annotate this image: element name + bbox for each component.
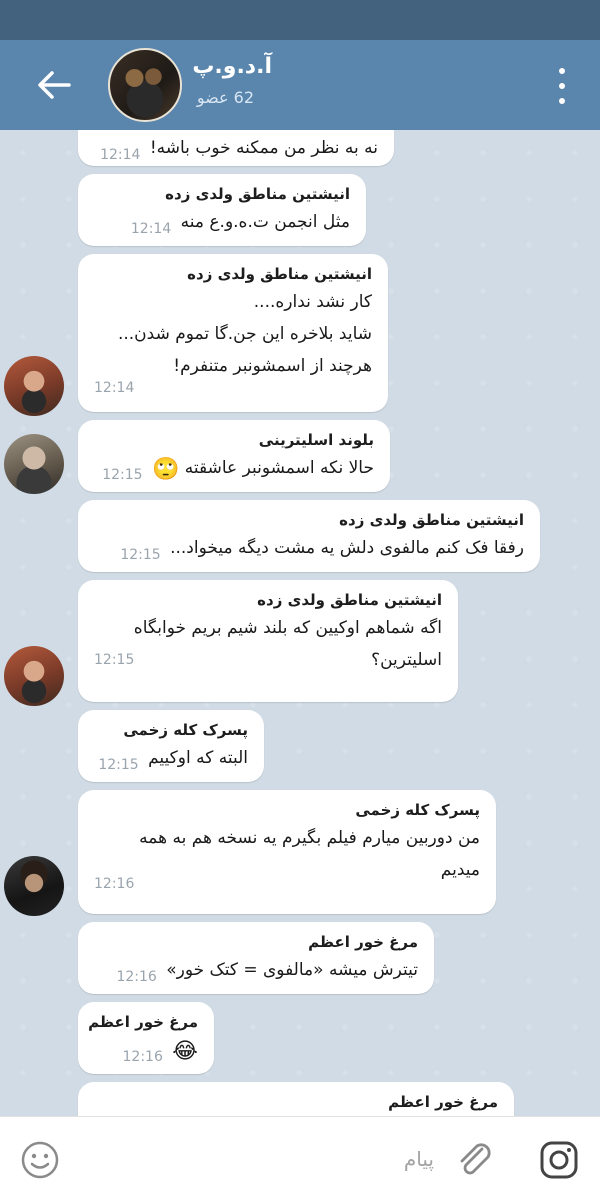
message-time: 12:16 xyxy=(116,969,157,985)
back-button[interactable] xyxy=(30,64,78,106)
message-time: 12:16 xyxy=(122,1049,163,1065)
chat-header: آ.د.و.پ 62 عضو xyxy=(0,40,600,130)
sender-name: انیشتین مناطق ولدی زده xyxy=(187,265,372,283)
message-bubble[interactable]: مرغ خور اعظم تیترش میشه «مالفوی = کتک خو… xyxy=(78,922,434,994)
arrow-left-icon xyxy=(38,71,71,99)
message-text: اگه شماهم اوکیین که بلند شیم بریم خوابگا… xyxy=(133,618,442,638)
message-text: نه به نظر من ممکنه خوب باشه! xyxy=(149,138,378,158)
message-time: 12:15 xyxy=(94,652,135,668)
sender-name: مرغ خور اعظم xyxy=(308,933,418,951)
message-bubble[interactable]: انیشتین مناطق ولدی زده رفقا فک کنم مالفو… xyxy=(78,500,540,572)
avatar[interactable] xyxy=(4,646,64,706)
message-composer: پیام xyxy=(0,1116,600,1201)
message-bubble[interactable]: نه به نظر من ممکنه خوب باشه! 12:14 xyxy=(78,130,394,166)
message-time: 12:14 xyxy=(100,147,141,163)
message-bubble[interactable]: انیشتین مناطق ولدی زده مثل انجمن ت.ه.و.ع… xyxy=(78,174,366,246)
eye-roll-emoji: 🙄 xyxy=(151,457,180,482)
more-vertical-icon xyxy=(559,68,565,104)
message-bubble[interactable]: انیشتین مناطق ولدی زده کار نشد نداره....… xyxy=(78,254,388,412)
message-input[interactable]: پیام xyxy=(404,1147,434,1171)
message-bubble[interactable]: انیشتین مناطق ولدی زده اگه شماهم اوکیین … xyxy=(78,580,458,702)
sender-name: انیشتین مناطق ولدی زده xyxy=(165,185,350,203)
message-bubble[interactable]: بلوند اسلیترینی حالا نکه اسمشونبر عاشقته… xyxy=(78,420,390,492)
message-time: 12:16 xyxy=(94,876,135,892)
sender-name: پسرک کله زخمی xyxy=(123,721,248,739)
message-text: حالا نکه اسمشونبر عاشقته xyxy=(184,458,374,478)
message-text: مثل انجمن ت.ه.و.ع منه xyxy=(180,212,350,232)
laughing-emoji: 😂 xyxy=(172,1039,198,1064)
status-bar xyxy=(0,0,600,40)
message-bubble[interactable]: مرغ خور اعظم 😂 12:16 xyxy=(78,1002,214,1074)
message-text: شاید بلاخره این جن.گا تموم شدن... xyxy=(117,324,372,344)
member-count: 62 عضو xyxy=(196,88,254,107)
more-menu-button[interactable] xyxy=(552,68,572,104)
message-time: 12:15 xyxy=(120,547,161,563)
sender-name: پسرک کله زخمی xyxy=(355,801,480,819)
camera-button[interactable] xyxy=(536,1137,582,1183)
message-text: رفقا فک کنم مالفوی دلش یه مشت دیگه میخوا… xyxy=(170,538,524,558)
sender-name: مرغ خور اعظم xyxy=(388,1093,498,1111)
group-title[interactable]: آ.د.و.پ xyxy=(192,54,272,79)
message-list[interactable]: نه به نظر من ممکنه خوب باشه! 12:14 انیشت… xyxy=(0,130,600,1116)
message-text: کار نشد نداره.... xyxy=(253,292,372,312)
message-bubble[interactable]: مرغ خور اعظم xyxy=(78,1082,514,1116)
message-bubble[interactable]: پسرک کله زخمی من دوربین میارم فیلم بگیرم… xyxy=(78,790,496,914)
message-text: البته که اوکییم xyxy=(148,748,248,768)
message-text: میدیم xyxy=(440,860,480,880)
paperclip-icon xyxy=(460,1143,491,1175)
sender-name: انیشتین مناطق ولدی زده xyxy=(339,511,524,529)
message-time: 12:15 xyxy=(102,467,143,483)
sender-name: مرغ خور اعظم xyxy=(88,1013,198,1031)
group-avatar[interactable] xyxy=(108,48,182,122)
sender-name: انیشتین مناطق ولدی زده xyxy=(257,591,442,609)
avatar[interactable] xyxy=(4,856,64,916)
avatar[interactable] xyxy=(4,434,64,494)
message-text: اسلیترین؟ xyxy=(371,650,442,670)
message-time: 12:14 xyxy=(130,221,172,237)
instagram-camera-icon xyxy=(540,1141,578,1179)
message-time: 12:15 xyxy=(98,757,139,773)
sender-name: بلوند اسلیترینی xyxy=(258,431,374,449)
emoji-button[interactable] xyxy=(20,1140,60,1180)
message-bubble[interactable]: پسرک کله زخمی البته که اوکییم 12:15 xyxy=(78,710,264,782)
message-text: من دوربین میارم فیلم بگیرم یه نسخه هم به… xyxy=(139,828,480,848)
avatar[interactable] xyxy=(4,356,64,416)
smile-icon xyxy=(21,1141,59,1179)
attach-button[interactable] xyxy=(452,1137,498,1183)
message-text: تیترش میشه «مالفوی = کتک خور» xyxy=(166,960,418,980)
